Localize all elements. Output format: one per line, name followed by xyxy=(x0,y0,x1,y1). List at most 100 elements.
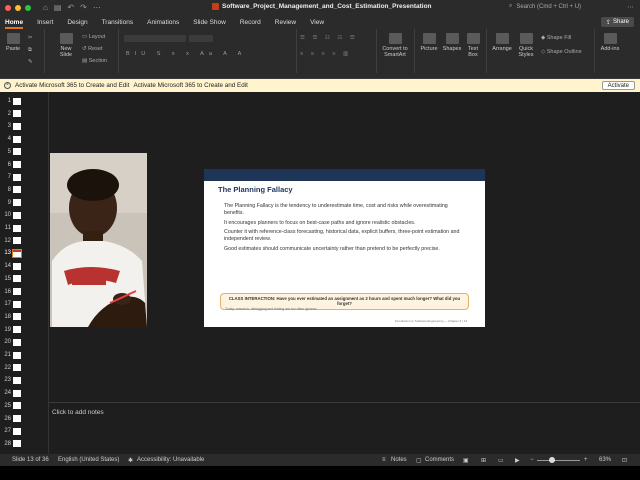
font-family-select[interactable] xyxy=(124,35,186,42)
save-icon[interactable]: ▤ xyxy=(54,3,62,12)
slide-thumbnail[interactable]: 14 xyxy=(3,262,21,270)
slide-thumbnail[interactable]: 1 xyxy=(3,97,21,105)
tab-record[interactable]: Record xyxy=(240,19,261,26)
tab-design[interactable]: Design xyxy=(67,19,87,26)
slide-thumbnail[interactable]: 6 xyxy=(3,161,21,169)
zoom-out-icon[interactable]: − xyxy=(530,457,534,463)
close-icon[interactable]: × xyxy=(4,82,11,89)
tab-insert[interactable]: Insert xyxy=(37,19,53,26)
slide-thumbnail[interactable]: 15 xyxy=(3,275,21,283)
thumbnail-number: 22 xyxy=(4,364,11,371)
home-icon[interactable]: ⌂ xyxy=(43,3,48,12)
tab-view[interactable]: View xyxy=(310,19,324,26)
slide-thumbnail[interactable]: 24 xyxy=(3,389,21,397)
copy-icon[interactable]: ⧉ xyxy=(28,47,32,54)
thumbnail-preview xyxy=(13,148,21,156)
format-painter-icon[interactable]: ✎ xyxy=(28,59,33,65)
thumbnail-number: 10 xyxy=(4,212,11,219)
tab-home[interactable]: Home xyxy=(5,19,24,29)
reading-view-icon[interactable]: ▭ xyxy=(498,457,504,464)
redo-icon[interactable]: ↷ xyxy=(80,3,87,12)
shape-fill-button[interactable]: ◆ Shape Fill xyxy=(541,35,571,41)
tab-transitions[interactable]: Transitions xyxy=(102,19,134,26)
slide-thumbnail[interactable]: 25 xyxy=(3,402,21,410)
slide-thumbnail[interactable]: 11 xyxy=(3,224,21,232)
arrange-button[interactable]: Arrange xyxy=(490,33,514,52)
accessibility-status[interactable]: Accessibility: Unavailable xyxy=(137,457,204,463)
reset-button[interactable]: ↺ Reset xyxy=(82,46,103,52)
slide-title[interactable]: The Planning Fallacy xyxy=(218,185,293,194)
layout-button[interactable]: ▭ Layout xyxy=(82,34,105,40)
undo-icon[interactable]: ↶ xyxy=(67,3,74,12)
add-ins-button[interactable]: Add-ins xyxy=(599,33,621,52)
new-slide-button[interactable]: New Slide xyxy=(55,33,77,58)
text-box-button[interactable]: Text Box xyxy=(466,33,480,58)
slide-thumbnail[interactable]: 28 xyxy=(3,440,21,448)
align-buttons[interactable]: ≡ ≡ ≡ ≡ ▥ xyxy=(300,51,351,57)
font-format-buttons[interactable]: BIU S x x Aa A A xyxy=(126,51,246,57)
notes-placeholder[interactable]: Click to add notes xyxy=(52,409,104,416)
tab-review[interactable]: Review xyxy=(275,19,296,26)
more-icon[interactable]: ⋯ xyxy=(93,3,101,12)
slide-thumbnail[interactable]: 27 xyxy=(3,427,21,435)
slide-thumbnail[interactable]: 2 xyxy=(3,110,21,118)
tab-animations[interactable]: Animations xyxy=(147,19,179,26)
zoom-slider[interactable] xyxy=(537,460,580,461)
search-box[interactable]: ⌕ Search (Cmd + Ctrl + U) xyxy=(509,3,581,10)
language-status[interactable]: English (United States) xyxy=(58,457,119,463)
info-message: Activate Microsoft 365 to Create and Edi… xyxy=(15,82,130,89)
zoom-in-icon[interactable]: + xyxy=(584,457,588,463)
shape-outline-button[interactable]: ◇ Shape Outline xyxy=(541,49,582,55)
slide-thumbnail[interactable]: 8 xyxy=(3,186,21,194)
slide-thumbnail[interactable]: 13 xyxy=(3,248,22,258)
slide-thumbnail[interactable]: 4 xyxy=(3,135,21,143)
slide-thumbnail[interactable]: 3 xyxy=(3,122,21,130)
slideshow-icon[interactable]: ▶ xyxy=(515,457,520,464)
share-button[interactable]: ⇪ Share xyxy=(600,17,634,27)
slide-thumbnail[interactable]: 18 xyxy=(3,313,21,321)
list-buttons[interactable]: ☰ ☰ ☷ ☷ ☰ xyxy=(300,35,358,41)
thumbnail-preview xyxy=(13,313,21,321)
class-interaction-box[interactable]: CLASS INTERACTION: Have you ever estimat… xyxy=(220,293,469,311)
slide-thumbnail[interactable]: 7 xyxy=(3,173,21,181)
maximize-window-button[interactable] xyxy=(25,4,31,11)
slide-thumbnail[interactable]: 22 xyxy=(3,364,21,372)
slide-sorter-icon[interactable]: ⊞ xyxy=(481,457,486,464)
thumbnail-preview xyxy=(13,97,21,105)
normal-view-icon[interactable]: ▣ xyxy=(463,457,469,464)
slide-thumbnail[interactable]: 5 xyxy=(3,148,21,156)
notes-pane[interactable]: Click to add notes xyxy=(49,402,640,454)
quick-styles-button[interactable]: Quick Styles xyxy=(516,33,536,58)
slide-thumbnail[interactable]: 19 xyxy=(3,326,21,334)
font-size-select[interactable] xyxy=(189,35,213,42)
slide-thumbnail[interactable]: 26 xyxy=(3,415,21,423)
slide-thumbnail[interactable]: 12 xyxy=(3,237,21,245)
slide-thumbnail[interactable]: 23 xyxy=(3,376,21,384)
quick-access-toolbar: ⌂ ▤ ↶ ↷ ⋯ xyxy=(43,3,101,12)
fit-slide-icon[interactable]: ⊡ xyxy=(622,457,627,464)
tab-slide-show[interactable]: Slide Show xyxy=(193,19,226,26)
slide-thumbnail[interactable]: 20 xyxy=(3,338,21,346)
close-window-button[interactable] xyxy=(5,4,11,11)
picture-button[interactable]: Picture xyxy=(419,33,439,52)
slide-thumbnail[interactable]: 16 xyxy=(3,288,21,296)
shapes-button[interactable]: Shapes xyxy=(442,33,462,52)
slide-thumbnail[interactable]: 10 xyxy=(3,211,21,219)
zoom-slider-handle[interactable] xyxy=(549,457,555,463)
current-slide[interactable]: The Planning Fallacy The Planning Fallac… xyxy=(204,169,485,327)
notes-toggle[interactable]: Notes xyxy=(391,457,407,463)
bullet-item: It encourages planners to focus on best-… xyxy=(224,219,416,226)
paste-button[interactable]: Paste xyxy=(6,33,20,52)
ellipsis-icon[interactable]: ⋯ xyxy=(627,3,634,11)
slide-thumbnail[interactable]: 17 xyxy=(3,300,21,308)
slide-thumbnail[interactable]: 21 xyxy=(3,351,21,359)
zoom-level[interactable]: 63% xyxy=(599,457,611,463)
activate-button[interactable]: Activate xyxy=(601,81,635,90)
slide-thumbnail[interactable]: 9 xyxy=(3,199,21,207)
slide-bullets[interactable]: The Planning Fallacy is the tendency to … xyxy=(224,203,469,255)
convert-smartart-button[interactable]: Convert to SmartArt xyxy=(380,33,410,58)
section-button[interactable]: ▤ Section xyxy=(82,58,107,64)
cut-icon[interactable]: ✂ xyxy=(28,35,33,41)
comments-toggle[interactable]: Comments xyxy=(425,457,454,463)
minimize-window-button[interactable] xyxy=(15,4,21,11)
